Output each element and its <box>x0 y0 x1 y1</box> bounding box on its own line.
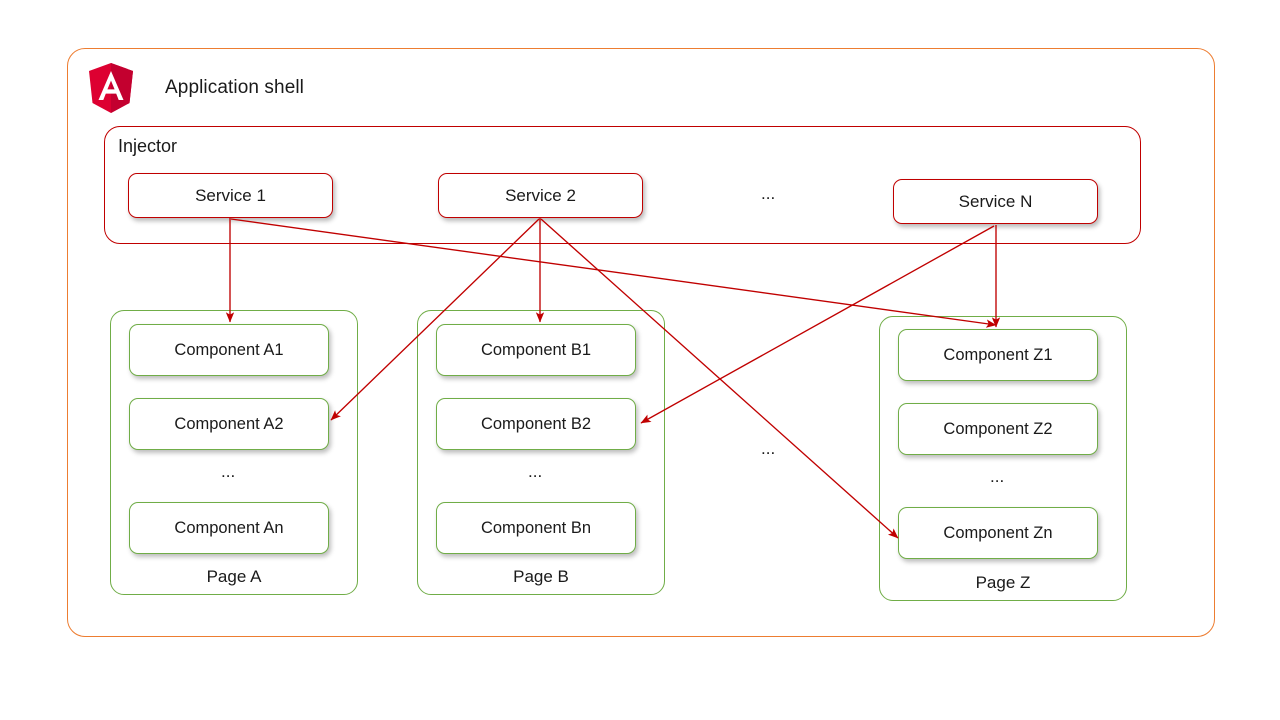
angular-shield-icon <box>87 62 135 114</box>
page-label-z: Page Z <box>975 573 1031 592</box>
injector-title: Injector <box>118 136 178 156</box>
component-box-a1[interactable]: Component A1 <box>129 324 329 376</box>
page-z-ellipsis: ... <box>990 467 1005 486</box>
service-box-n[interactable]: Service N <box>893 179 1098 224</box>
component-box-z1[interactable]: Component Z1 <box>898 329 1098 381</box>
component-box-an[interactable]: Component An <box>129 502 329 554</box>
page-b-ellipsis: ... <box>528 462 543 481</box>
service-box-2[interactable]: Service 2 <box>438 173 643 218</box>
component-box-b2[interactable]: Component B2 <box>436 398 636 450</box>
services-ellipsis: ... <box>761 184 776 203</box>
component-box-a2[interactable]: Component A2 <box>129 398 329 450</box>
component-box-z2[interactable]: Component Z2 <box>898 403 1098 455</box>
diagram-canvas: Application shell Injector Service 1 Ser… <box>0 0 1280 720</box>
component-box-b1[interactable]: Component B1 <box>436 324 636 376</box>
pages-ellipsis: ... <box>761 439 776 458</box>
page-label-b: Page B <box>513 567 569 586</box>
service-box-1[interactable]: Service 1 <box>128 173 333 218</box>
page-label-a: Page A <box>206 567 262 586</box>
component-box-zn[interactable]: Component Zn <box>898 507 1098 559</box>
page-a-ellipsis: ... <box>221 462 236 481</box>
application-shell-title: Application shell <box>165 77 305 98</box>
component-box-bn[interactable]: Component Bn <box>436 502 636 554</box>
